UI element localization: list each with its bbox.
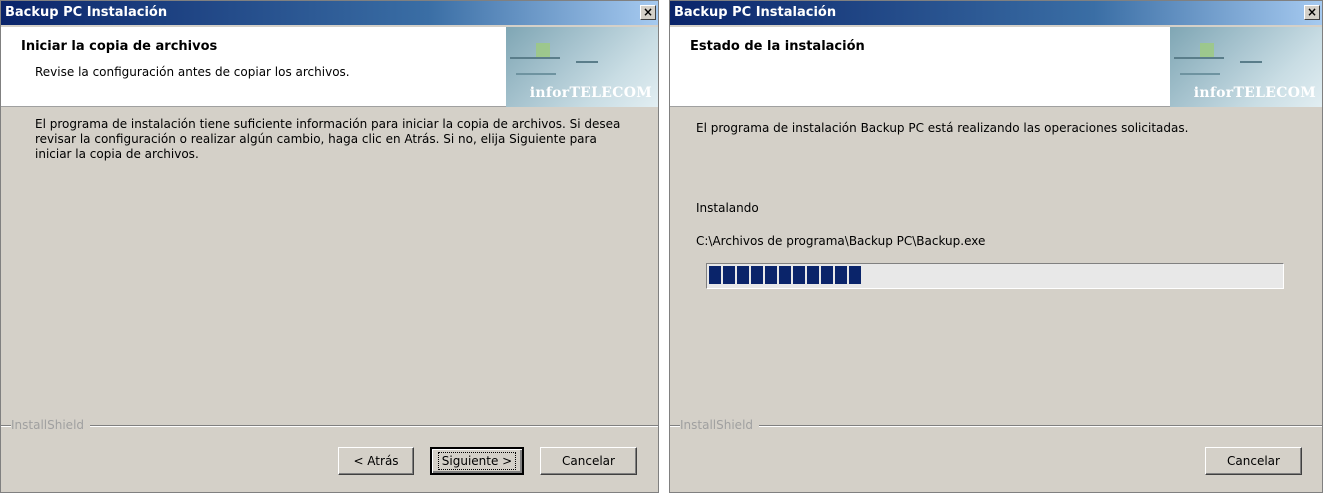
progress-block bbox=[709, 266, 721, 284]
progress-block bbox=[835, 266, 847, 284]
logo-text: inforTELECOM bbox=[1193, 85, 1316, 101]
cancel-button[interactable]: Cancelar bbox=[540, 447, 637, 475]
divider bbox=[670, 425, 1322, 427]
header-panel: Iniciar la copia de archivos Revise la c… bbox=[1, 27, 658, 107]
progress-block bbox=[723, 266, 735, 284]
current-file-path: C:\Archivos de programa\Backup PC\Backup… bbox=[696, 234, 986, 248]
divider bbox=[1, 425, 658, 427]
window-title: Backup PC Instalación bbox=[5, 5, 168, 20]
installshield-label: InstallShield bbox=[680, 418, 760, 432]
progress-block bbox=[751, 266, 763, 284]
progress-block bbox=[849, 266, 861, 284]
header-panel: Estado de la instalación inforTELECOM bbox=[670, 27, 1322, 107]
cancel-button[interactable]: Cancelar bbox=[1205, 447, 1302, 475]
status-label: Instalando bbox=[696, 201, 759, 215]
close-icon[interactable]: × bbox=[640, 5, 656, 20]
dialog-copy-files: Backup PC Instalación × Iniciar la copia… bbox=[0, 0, 659, 493]
status-description: El programa de instalación Backup PC est… bbox=[696, 121, 1189, 135]
window-title: Backup PC Instalación bbox=[674, 5, 837, 20]
progress-fill bbox=[709, 266, 861, 284]
progress-block bbox=[807, 266, 819, 284]
progress-block bbox=[821, 266, 833, 284]
header-subtitle: Revise la configuración antes de copiar … bbox=[35, 65, 350, 79]
progress-block bbox=[793, 266, 805, 284]
next-button-label: Siguiente > bbox=[437, 452, 517, 470]
title-bar[interactable]: Backup PC Instalación × bbox=[670, 1, 1322, 25]
close-icon[interactable]: × bbox=[1304, 5, 1320, 20]
progress-block bbox=[737, 266, 749, 284]
title-bar[interactable]: Backup PC Instalación × bbox=[1, 1, 658, 25]
logo-text: inforTELECOM bbox=[529, 85, 652, 101]
progress-block bbox=[765, 266, 777, 284]
dialog-install-status: Backup PC Instalación × Estado de la ins… bbox=[669, 0, 1323, 493]
next-button[interactable]: Siguiente > bbox=[430, 447, 524, 475]
installshield-label: InstallShield bbox=[11, 418, 91, 432]
back-button[interactable]: < Atrás bbox=[338, 447, 414, 475]
instructions-text: El programa de instalación tiene suficie… bbox=[35, 117, 621, 161]
progress-bar bbox=[706, 263, 1284, 289]
brand-logo: inforTELECOM bbox=[1170, 27, 1322, 107]
brand-logo: inforTELECOM bbox=[506, 27, 658, 107]
header-title: Iniciar la copia de archivos bbox=[21, 39, 218, 54]
progress-block bbox=[779, 266, 791, 284]
header-title: Estado de la instalación bbox=[690, 39, 865, 54]
